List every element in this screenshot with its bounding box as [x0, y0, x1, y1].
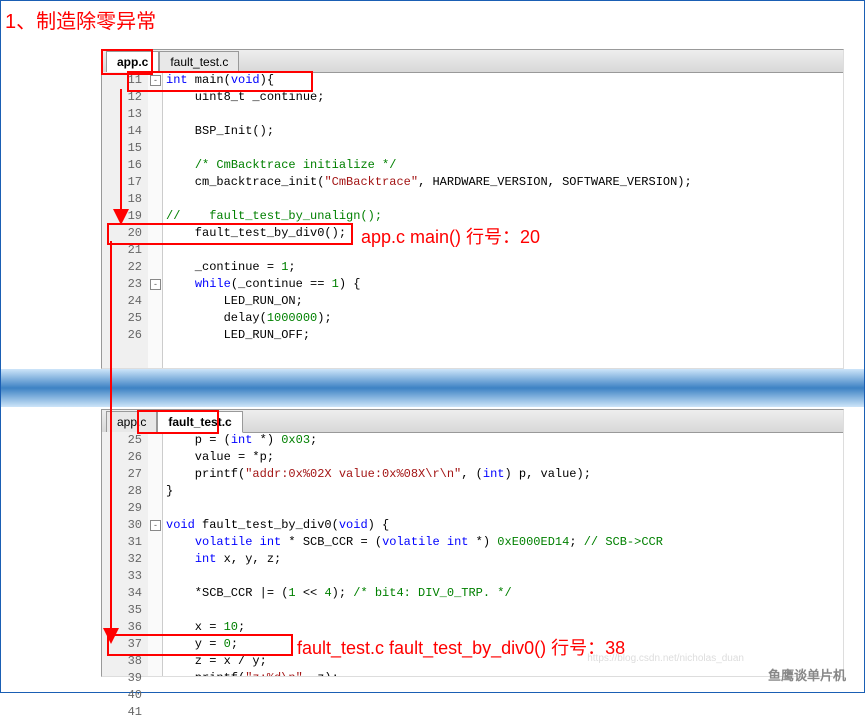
- line-number: 23: [102, 276, 148, 293]
- code-line[interactable]: /* CmBacktrace initialize */: [162, 157, 843, 174]
- line-number: 39: [102, 670, 148, 687]
- line-number: 32: [102, 551, 148, 568]
- code-line[interactable]: [162, 191, 843, 208]
- fold-toggle[interactable]: -: [150, 279, 161, 290]
- line-number: 13: [102, 106, 148, 123]
- line-number: 38: [102, 653, 148, 670]
- line-number: 14: [102, 123, 148, 140]
- code-line[interactable]: int x, y, z;: [162, 551, 843, 568]
- line-number: 25: [102, 310, 148, 327]
- line-number: 33: [102, 568, 148, 585]
- fold-toggle[interactable]: -: [150, 75, 161, 86]
- code-line[interactable]: delay(1000000);: [162, 310, 843, 327]
- code-line[interactable]: [162, 500, 843, 517]
- line-number: 15: [102, 140, 148, 157]
- line-number: 31: [102, 534, 148, 551]
- tab-fault-test-c[interactable]: fault_test.c: [159, 51, 239, 73]
- code-line[interactable]: uint8_t _continue;: [162, 89, 843, 106]
- watermark-text: 鱼鹰谈单片机: [768, 665, 846, 684]
- title-annotation: 1、制造除零异常: [5, 5, 156, 34]
- line-number: 26: [102, 327, 148, 344]
- line-number: 27: [102, 466, 148, 483]
- code-line[interactable]: p = (int *) 0x03;: [162, 432, 843, 449]
- code-line[interactable]: cm_backtrace_init("CmBacktrace", HARDWAR…: [162, 174, 843, 191]
- line-number: 18: [102, 191, 148, 208]
- code-line[interactable]: [162, 140, 843, 157]
- annotation-line-20: app.c main() 行号：20: [361, 223, 540, 249]
- line-number: 17: [102, 174, 148, 191]
- line-number: 26: [102, 449, 148, 466]
- line-number: 37: [102, 636, 148, 653]
- line-number: 20: [102, 225, 148, 242]
- line-number: 40: [102, 687, 148, 704]
- tab-bar-bottom: app.c fault_test.c: [102, 410, 843, 433]
- line-number: 30: [102, 517, 148, 534]
- line-number: 21: [102, 242, 148, 259]
- code-area-top[interactable]: int main(void){ uint8_t _continue; BSP_I…: [162, 72, 843, 368]
- gutter-bottom: 2526272829303132333435363738394041: [102, 432, 149, 676]
- code-line[interactable]: _continue = 1;: [162, 259, 843, 276]
- watermark-url: https://blog.csdn.net/nicholas_duan: [587, 653, 744, 664]
- fold-toggle[interactable]: -: [150, 520, 161, 531]
- code-line[interactable]: [162, 106, 843, 123]
- fold-col-bottom: -: [148, 432, 163, 676]
- editor-top: app.c fault_test.c 111213141516171819202…: [101, 49, 844, 369]
- code-line[interactable]: }: [162, 483, 843, 500]
- code-line[interactable]: printf("z:%d\n", z);: [162, 670, 843, 676]
- line-number: 34: [102, 585, 148, 602]
- line-number: 16: [102, 157, 148, 174]
- code-line[interactable]: BSP_Init();: [162, 123, 843, 140]
- line-number: 25: [102, 432, 148, 449]
- code-line[interactable]: volatile int * SCB_CCR = (volatile int *…: [162, 534, 843, 551]
- code-line[interactable]: *SCB_CCR |= (1 << 4); /* bit4: DIV_0_TRP…: [162, 585, 843, 602]
- divider-bar: [1, 369, 864, 407]
- code-line[interactable]: int main(void){: [162, 72, 843, 89]
- tab-app-c[interactable]: app.c: [106, 51, 159, 73]
- tab-bar-top: app.c fault_test.c: [102, 50, 843, 73]
- code-line[interactable]: LED_RUN_OFF;: [162, 327, 843, 344]
- annotation-line-38: fault_test.c fault_test_by_div0() 行号：38: [297, 634, 625, 660]
- code-line[interactable]: while(_continue == 1) {: [162, 276, 843, 293]
- code-line[interactable]: value = *p;: [162, 449, 843, 466]
- code-line[interactable]: LED_RUN_ON;: [162, 293, 843, 310]
- code-line[interactable]: [162, 602, 843, 619]
- line-number: 36: [102, 619, 148, 636]
- line-number: 41: [102, 704, 148, 721]
- tab-app-c-bottom[interactable]: app.c: [106, 411, 157, 433]
- fold-col-top: --: [148, 72, 163, 368]
- line-number: 28: [102, 483, 148, 500]
- code-line[interactable]: [162, 568, 843, 585]
- line-number: 29: [102, 500, 148, 517]
- line-number: 35: [102, 602, 148, 619]
- gutter-top: 11121314151617181920212223242526: [102, 72, 149, 368]
- line-number: 12: [102, 89, 148, 106]
- code-line[interactable]: void fault_test_by_div0(void) {: [162, 517, 843, 534]
- tab-fault-test-c-bottom[interactable]: fault_test.c: [157, 411, 242, 433]
- line-number: 11: [102, 72, 148, 89]
- line-number: 22: [102, 259, 148, 276]
- line-number: 24: [102, 293, 148, 310]
- code-line[interactable]: printf("addr:0x%02X value:0x%08X\r\n", (…: [162, 466, 843, 483]
- line-number: 19: [102, 208, 148, 225]
